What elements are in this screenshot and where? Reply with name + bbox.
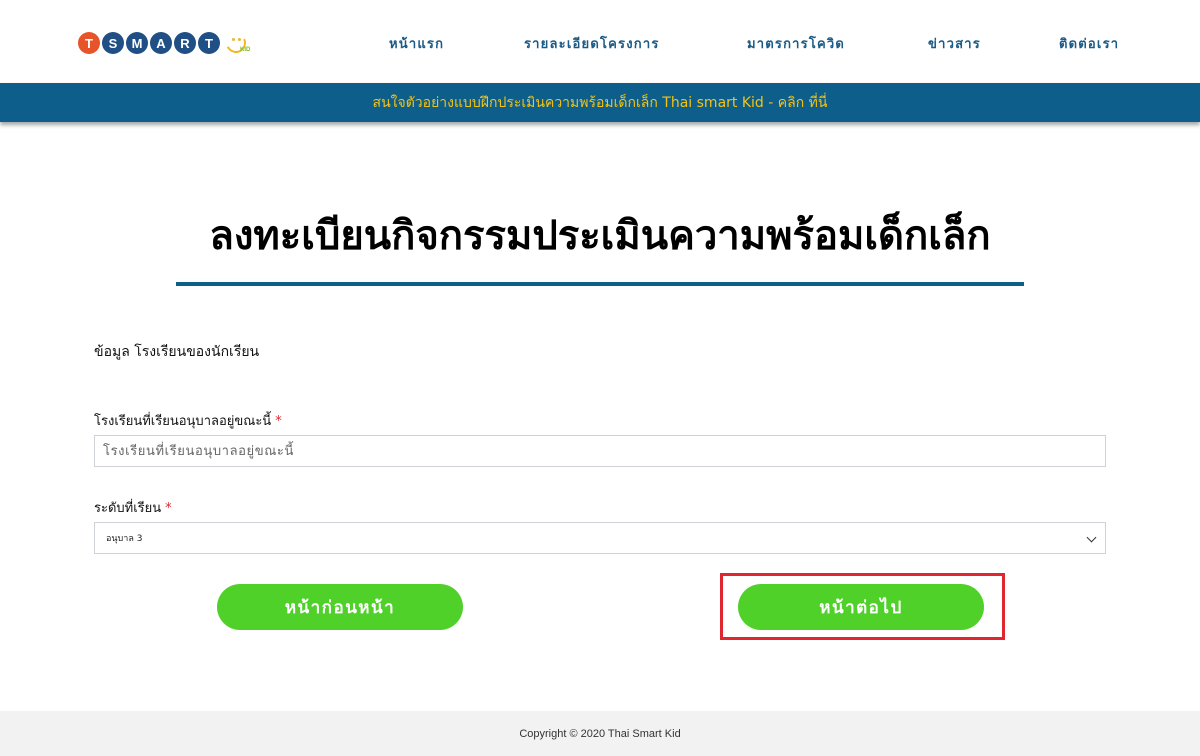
required-mark: * — [165, 501, 172, 516]
tsmart-logo[interactable]: T S M A R T KID — [78, 30, 254, 56]
logo-letter-t: T — [78, 32, 100, 54]
school-input[interactable] — [94, 435, 1106, 467]
logo-letter-t2: T — [198, 32, 220, 54]
announcement-banner: สนใจตัวอย่างแบบฝึกประเมินความพร้อมเด็กเล… — [0, 83, 1200, 122]
logo-letter-r: R — [174, 32, 196, 54]
logo-kid-text: KID — [240, 47, 251, 53]
logo-letter-m: M — [126, 32, 148, 54]
chevron-down-icon — [1086, 532, 1097, 543]
level-select-value: อนุบาล 3 — [106, 534, 143, 544]
smile-icon: KID — [223, 30, 254, 56]
banner-link[interactable]: สนใจตัวอย่างแบบฝึกประเมินความพร้อมเด็กเล… — [373, 92, 828, 114]
required-mark: * — [275, 414, 282, 429]
nav-item-news[interactable]: ข่าวสาร — [928, 33, 981, 54]
nav-item-contact[interactable]: ติดต่อเรา — [1059, 33, 1119, 54]
site-footer: Copyright © 2020 Thai Smart Kid — [0, 711, 1200, 756]
copyright-text: Copyright © 2020 Thai Smart Kid — [519, 727, 681, 740]
logo-letter-a: A — [150, 32, 172, 54]
school-field-label: โรงเรียนที่เรียนอนุบาลอยู่ขณะนี้ * — [94, 410, 282, 431]
title-divider — [176, 282, 1024, 286]
level-select[interactable]: อนุบาล 3 — [94, 522, 1106, 554]
page-title: ลงทะเบียนกิจกรรมประเมินความพร้อมเด็กเล็ก — [209, 213, 991, 259]
site-header: T S M A R T KID หน้าแรก รายละเอียดโครงกา… — [0, 0, 1200, 83]
nav-item-home[interactable]: หน้าแรก — [389, 33, 444, 54]
nav-item-covid-measures[interactable]: มาตรการโควิด — [747, 33, 845, 54]
section-label: ข้อมูล โรงเรียนของนักเรียน — [94, 344, 260, 360]
previous-page-button[interactable]: หน้าก่อนหน้า — [217, 584, 463, 630]
next-page-button[interactable]: หน้าต่อไป — [738, 584, 984, 630]
school-label-text: โรงเรียนที่เรียนอนุบาลอยู่ขณะนี้ — [94, 414, 272, 429]
nav-item-project-details[interactable]: รายละเอียดโครงการ — [524, 33, 660, 54]
logo-letter-s: S — [102, 32, 124, 54]
level-field-label: ระดับที่เรียน * — [94, 497, 172, 518]
level-label-text: ระดับที่เรียน — [94, 501, 162, 516]
